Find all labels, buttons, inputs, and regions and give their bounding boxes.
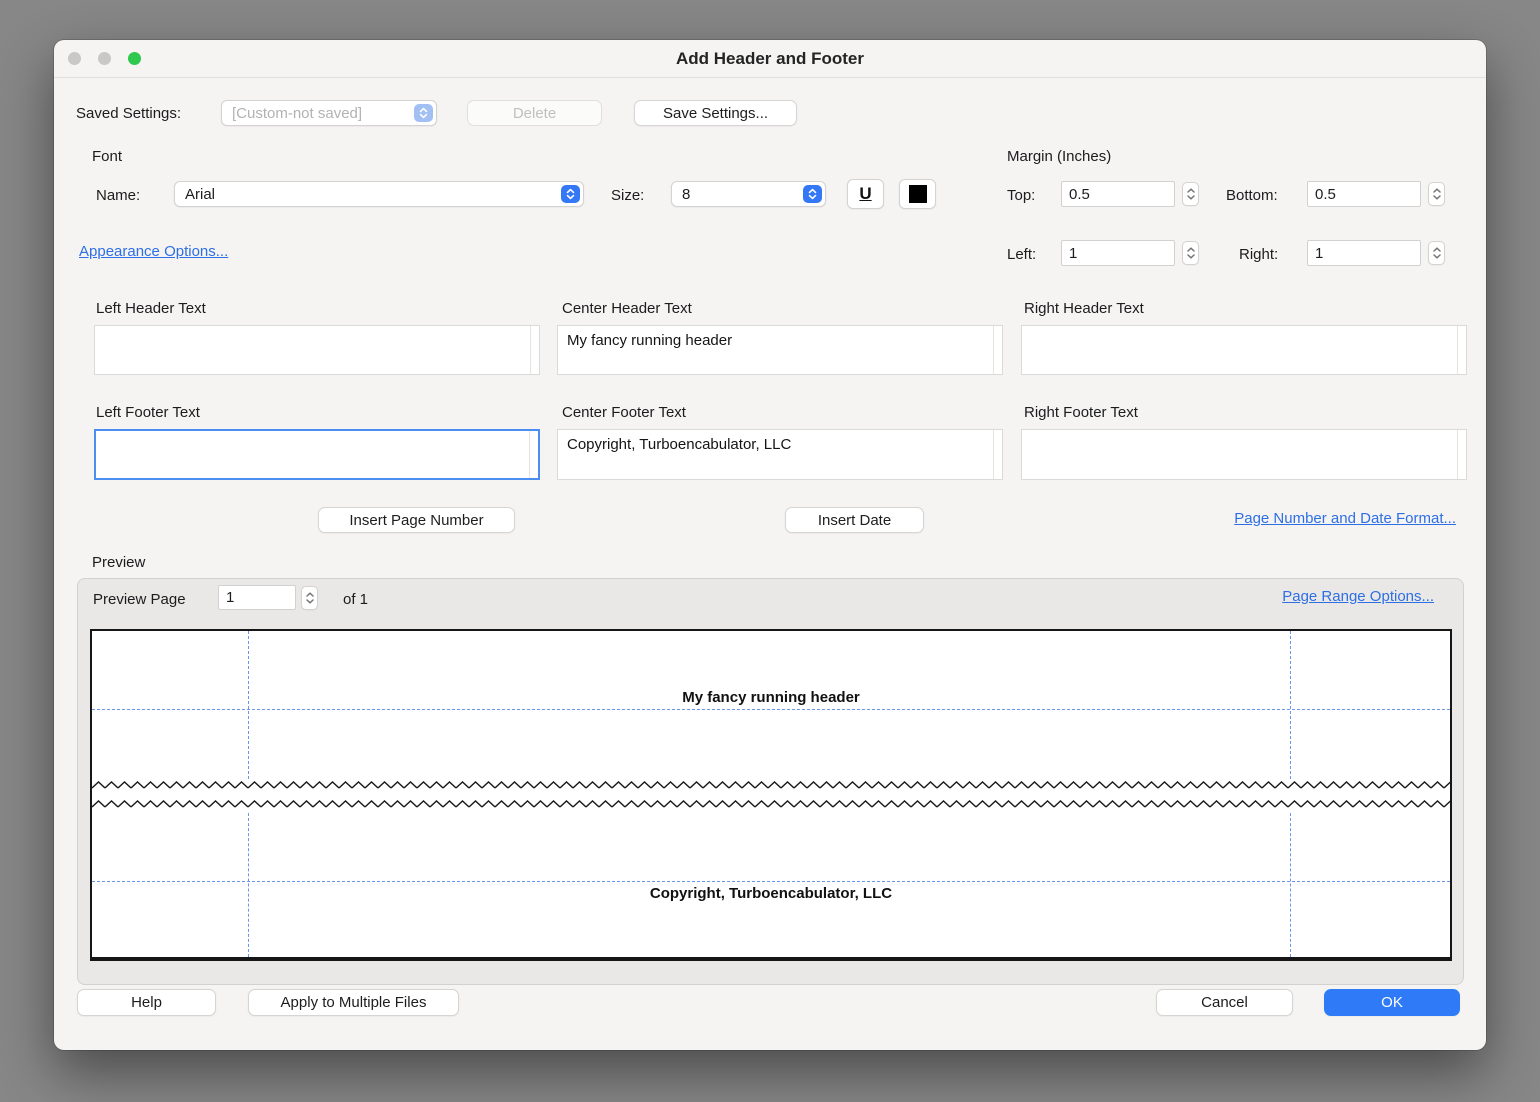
margin-right-input[interactable] xyxy=(1307,240,1421,266)
margin-section-label: Margin (Inches) xyxy=(1007,148,1111,165)
page-tear-zigzag-top xyxy=(92,779,1450,791)
scrollbar-track xyxy=(529,431,530,478)
right-footer-textarea[interactable] xyxy=(1022,430,1466,479)
zoom-button[interactable] xyxy=(128,52,141,65)
preview-panel: Preview Page of 1 Page Range Options... … xyxy=(77,578,1464,985)
preview-page-input[interactable] xyxy=(218,585,296,610)
cancel-button[interactable]: Cancel xyxy=(1156,989,1293,1016)
font-name-label: Name: xyxy=(96,187,140,204)
center-footer-label: Center Footer Text xyxy=(562,404,686,421)
underline-glyph: U xyxy=(859,184,871,204)
margin-top-stepper[interactable] xyxy=(1182,182,1199,206)
preview-page-count-label: of 1 xyxy=(343,591,368,608)
center-header-textarea[interactable]: My fancy running header xyxy=(558,326,1002,374)
center-footer-textbox[interactable]: Copyright, Turboencabulator, LLC xyxy=(557,429,1003,480)
minimize-button[interactable] xyxy=(98,52,111,65)
stepper-arrows-icon xyxy=(1186,245,1196,261)
left-header-label: Left Header Text xyxy=(96,300,206,317)
insert-date-button[interactable]: Insert Date xyxy=(785,507,924,533)
save-settings-button[interactable]: Save Settings... xyxy=(634,100,797,126)
dialog-title: Add Header and Footer xyxy=(676,49,864,69)
ok-button[interactable]: OK xyxy=(1324,989,1460,1016)
margin-left-input[interactable] xyxy=(1061,240,1175,266)
apply-to-multiple-files-button[interactable]: Apply to Multiple Files xyxy=(248,989,459,1016)
left-footer-textbox[interactable] xyxy=(94,429,540,480)
close-button[interactable] xyxy=(68,52,81,65)
appearance-options-link[interactable]: Appearance Options... xyxy=(79,243,228,260)
underline-button[interactable]: U xyxy=(847,179,884,209)
margin-bottom-label: Bottom: xyxy=(1226,187,1278,204)
saved-settings-dropdown[interactable]: [Custom-not saved] xyxy=(221,100,437,126)
right-header-label: Right Header Text xyxy=(1024,300,1144,317)
saved-settings-value: [Custom-not saved] xyxy=(222,105,436,122)
font-color-button[interactable] xyxy=(899,179,936,209)
chevron-updown-icon xyxy=(414,104,433,122)
add-header-footer-dialog: Add Header and Footer Saved Settings: [C… xyxy=(54,40,1486,1050)
preview-footer-text: Copyright, Turboencabulator, LLC xyxy=(92,885,1450,902)
left-footer-textarea[interactable] xyxy=(96,431,538,478)
stepper-arrows-icon xyxy=(1432,245,1442,261)
saved-settings-label: Saved Settings: xyxy=(76,105,181,122)
margin-bottom-input[interactable] xyxy=(1307,181,1421,207)
title-bar: Add Header and Footer xyxy=(54,40,1486,78)
color-swatch-icon xyxy=(909,185,927,203)
left-header-textarea[interactable] xyxy=(95,326,539,374)
margin-bottom-stepper[interactable] xyxy=(1428,182,1445,206)
insert-page-number-button[interactable]: Insert Page Number xyxy=(318,507,515,533)
stepper-arrows-icon xyxy=(1432,186,1442,202)
right-footer-label: Right Footer Text xyxy=(1024,404,1138,421)
desktop: { "window": { "title": "Add Header and F… xyxy=(0,0,1540,1102)
bottom-margin-guide xyxy=(92,881,1450,882)
margin-left-label: Left: xyxy=(1007,246,1036,263)
margin-right-label: Right: xyxy=(1239,246,1278,263)
window-controls xyxy=(68,52,141,65)
preview-page-stepper[interactable] xyxy=(301,586,318,610)
margin-right-stepper[interactable] xyxy=(1428,241,1445,265)
scrollbar-track xyxy=(993,326,994,374)
font-size-label: Size: xyxy=(611,187,644,204)
margin-top-label: Top: xyxy=(1007,187,1035,204)
center-header-textbox[interactable]: My fancy running header xyxy=(557,325,1003,375)
center-header-label: Center Header Text xyxy=(562,300,692,317)
preview-header-text: My fancy running header xyxy=(92,689,1450,706)
right-header-textbox[interactable] xyxy=(1021,325,1467,375)
font-name-value: Arial xyxy=(175,186,583,203)
page-number-date-format-link[interactable]: Page Number and Date Format... xyxy=(1234,510,1456,527)
right-header-textarea[interactable] xyxy=(1022,326,1466,374)
left-header-textbox[interactable] xyxy=(94,325,540,375)
stepper-arrows-icon xyxy=(1186,186,1196,202)
font-section-label: Font xyxy=(92,148,122,165)
preview-section-label: Preview xyxy=(92,554,145,571)
page-range-options-link[interactable]: Page Range Options... xyxy=(1282,588,1434,605)
scrollbar-track xyxy=(1457,430,1458,479)
stepper-arrows-icon xyxy=(305,590,315,606)
chevron-updown-icon xyxy=(803,185,822,203)
page-tear-zigzag-bottom xyxy=(92,798,1450,810)
margin-left-stepper[interactable] xyxy=(1182,241,1199,265)
font-name-dropdown[interactable]: Arial xyxy=(174,181,584,207)
top-margin-guide xyxy=(92,709,1450,710)
font-size-dropdown[interactable]: 8 xyxy=(671,181,826,207)
page-preview: My fancy running header Copyright, Turbo… xyxy=(90,629,1452,961)
left-footer-label: Left Footer Text xyxy=(96,404,200,421)
scrollbar-track xyxy=(530,326,531,374)
scrollbar-track xyxy=(1457,326,1458,374)
chevron-updown-icon xyxy=(561,185,580,203)
margin-top-input[interactable] xyxy=(1061,181,1175,207)
delete-settings-button[interactable]: Delete xyxy=(467,100,602,126)
right-footer-textbox[interactable] xyxy=(1021,429,1467,480)
help-button[interactable]: Help xyxy=(77,989,216,1016)
center-footer-textarea[interactable]: Copyright, Turboencabulator, LLC xyxy=(558,430,1002,479)
scrollbar-track xyxy=(993,430,994,479)
preview-page-label: Preview Page xyxy=(93,591,186,608)
